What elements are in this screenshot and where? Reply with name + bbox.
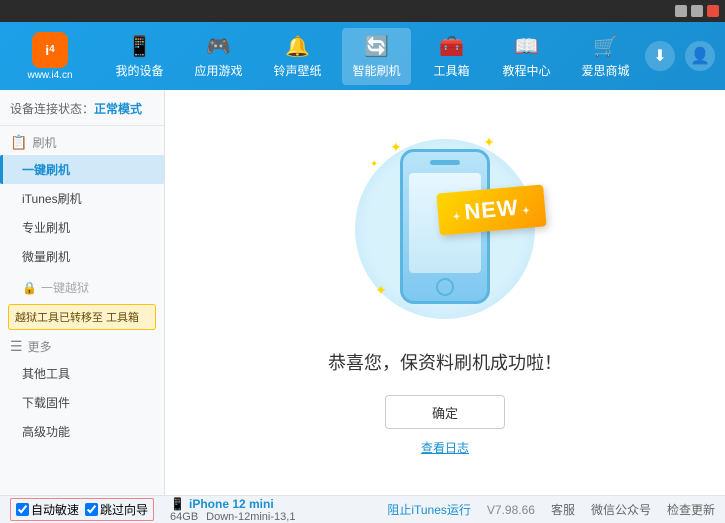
nav-smart-flash-label: 智能刷机: [352, 62, 400, 79]
phone-home-button: [436, 278, 454, 296]
nav-toolbox-label: 工具箱: [433, 62, 469, 79]
user-btn[interactable]: 👤: [685, 41, 715, 71]
nav-toolbox[interactable]: 🧰 工具箱: [421, 28, 481, 85]
logo-icon: i 4: [32, 32, 68, 68]
bottom-right: 阻止iTunes运行 V7.98.66 客服 微信公众号 检查更新: [387, 501, 715, 518]
close-btn[interactable]: [707, 5, 719, 17]
wechat-link[interactable]: 微信公众号: [591, 501, 651, 518]
auto-speed-checkbox[interactable]: [16, 503, 29, 516]
download-btn[interactable]: ⬇: [645, 41, 675, 71]
nav-my-device[interactable]: 📱 我的设备: [105, 28, 173, 85]
flash-section: 📋 刷机 一键刷机 iTunes刷机 专业刷机 微量刷机: [0, 130, 164, 271]
nav-store-label: 爱思商城: [581, 62, 629, 79]
device-info: 📱 iPhone 12 mini 64GB Down-12mini-13,1: [170, 497, 295, 523]
smart-flash-icon: 🔄: [364, 34, 389, 59]
check-update-link[interactable]: 检查更新: [667, 501, 715, 518]
logo: i 4 www.i4.cn: [10, 32, 90, 81]
device-icon: 📱: [170, 497, 185, 511]
header: i 4 www.i4.cn 📱 我的设备 🎮 应用游戏 🔔 铃声壁纸 🔄 智能刷…: [0, 22, 725, 90]
sparkle-4: ✦: [370, 159, 378, 170]
more-section: ☰ 更多 其他工具 下载固件 高级功能: [0, 334, 164, 446]
version-text: V7.98.66: [487, 503, 535, 517]
device-storage: 64GB: [170, 511, 198, 523]
app-games-icon: 🎮: [206, 34, 231, 59]
sidebar-item-micro-flash[interactable]: 微量刷机: [0, 242, 164, 271]
view-log-link[interactable]: 查看日志: [421, 439, 469, 456]
auto-speed-text: 自动敏速: [31, 501, 79, 518]
nav-tutorial[interactable]: 📖 教程中心: [492, 28, 560, 85]
device-firmware: Down-12mini-13,1: [206, 511, 295, 523]
flash-section-icon: 📋: [10, 134, 27, 151]
sparkle-2: ✦: [483, 134, 495, 151]
title-bar: [0, 0, 725, 22]
my-device-icon: 📱: [127, 34, 152, 59]
jailbreak-section: 🔒 一键越狱 越狱工具已转移至 工具箱: [0, 275, 164, 330]
jailbreak-warning: 越狱工具已转移至 工具箱: [8, 304, 156, 330]
sparkle-3: ✦: [375, 282, 387, 299]
nav-app-games-label: 应用游戏: [194, 62, 242, 79]
device-name: iPhone 12 mini: [189, 497, 274, 511]
toolbox-icon: 🧰: [439, 34, 464, 59]
nav-my-device-label: 我的设备: [115, 62, 163, 79]
jailbreak-locked: 🔒 一键越狱: [0, 275, 164, 300]
header-right: ⬇ 👤: [645, 41, 715, 71]
nav-ringtones-label: 铃声壁纸: [273, 62, 321, 79]
nav-store[interactable]: 🛒 爱思商城: [571, 28, 639, 85]
jailbreak-label: 一键越狱: [41, 279, 89, 296]
skip-wizard-text: 跳过向导: [100, 501, 148, 518]
itunes-status[interactable]: 阻止iTunes运行: [387, 501, 471, 518]
nav-smart-flash[interactable]: 🔄 智能刷机: [342, 28, 410, 85]
tutorial-icon: 📖: [514, 34, 539, 59]
flash-section-label: 刷机: [32, 134, 56, 151]
status-label: 设备连接状态：: [10, 102, 94, 116]
store-icon: 🛒: [593, 34, 618, 59]
phone-speaker: [430, 160, 460, 165]
nav-ringtones[interactable]: 🔔 铃声壁纸: [263, 28, 331, 85]
sidebar: 设备连接状态：正常模式 📋 刷机 一键刷机 iTunes刷机 专业刷机 微量刷机…: [0, 90, 165, 495]
bottom-left: 自动敏速 跳过向导 📱 iPhone 12 mini 64GB Down-12m…: [10, 497, 295, 523]
more-section-icon: ☰: [10, 338, 23, 355]
maximize-btn[interactable]: [691, 5, 703, 17]
nav-app-games[interactable]: 🎮 应用游戏: [184, 28, 252, 85]
content-area: ✦ ✦ ✦ ✦ NEW 恭喜您，保资料刷机成功啦！ 确定 查看日志: [165, 90, 725, 495]
sidebar-item-onekey-flash[interactable]: 一键刷机: [0, 155, 164, 184]
nav-bar: 📱 我的设备 🎮 应用游戏 🔔 铃声壁纸 🔄 智能刷机 🧰 工具箱 📖 教程中心…: [100, 28, 645, 85]
connection-status: 设备连接状态：正常模式: [0, 96, 164, 126]
customer-service-link[interactable]: 客服: [551, 501, 575, 518]
flash-section-title: 📋 刷机: [0, 130, 164, 155]
ringtones-icon: 🔔: [285, 34, 310, 59]
skip-wizard-label[interactable]: 跳过向导: [85, 501, 148, 518]
more-section-title: ☰ 更多: [0, 334, 164, 359]
sparkle-1: ✦: [390, 139, 402, 156]
more-section-label: 更多: [28, 338, 52, 355]
success-illustration: ✦ ✦ ✦ ✦ NEW: [335, 129, 555, 329]
sidebar-item-advanced[interactable]: 高级功能: [0, 417, 164, 446]
bottom-bar: 自动敏速 跳过向导 📱 iPhone 12 mini 64GB Down-12m…: [0, 495, 725, 523]
auto-speed-label[interactable]: 自动敏速: [16, 501, 79, 518]
logo-text: www.i4.cn: [27, 70, 72, 81]
success-message: 恭喜您，保资料刷机成功啦！: [328, 349, 562, 375]
minimize-btn[interactable]: [675, 5, 687, 17]
confirm-button[interactable]: 确定: [385, 395, 505, 429]
sidebar-item-other-tools[interactable]: 其他工具: [0, 359, 164, 388]
sidebar-item-pro-flash[interactable]: 专业刷机: [0, 213, 164, 242]
sidebar-item-itunes-flash[interactable]: iTunes刷机: [0, 184, 164, 213]
skip-wizard-checkbox[interactable]: [85, 503, 98, 516]
checkbox-container: 自动敏速 跳过向导: [10, 498, 154, 521]
nav-tutorial-label: 教程中心: [502, 62, 550, 79]
status-value: 正常模式: [94, 102, 142, 116]
sidebar-item-download-firmware[interactable]: 下载固件: [0, 388, 164, 417]
lock-icon: 🔒: [22, 281, 37, 295]
main-area: 设备连接状态：正常模式 📋 刷机 一键刷机 iTunes刷机 专业刷机 微量刷机…: [0, 90, 725, 495]
